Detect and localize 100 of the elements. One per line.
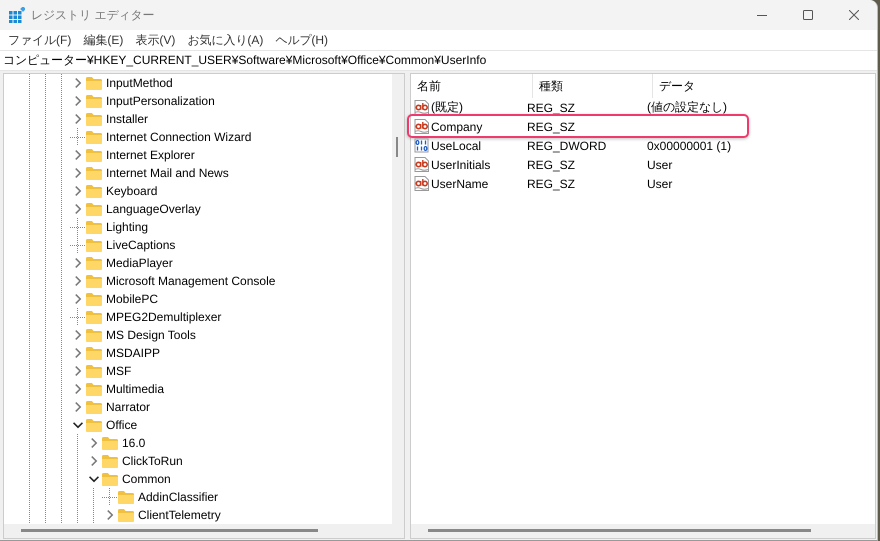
tree-item[interactable]: Lighting (106, 220, 148, 234)
tree-item[interactable]: InputMethod (106, 76, 173, 90)
chevron-right-icon[interactable] (73, 114, 83, 124)
column-header[interactable]: 名前 (411, 74, 533, 98)
tree-item[interactable]: Internet Connection Wizard (106, 130, 252, 144)
value-name[interactable]: Company (431, 120, 482, 134)
maximize-icon (803, 10, 813, 20)
value-name[interactable]: (既定) (431, 99, 463, 116)
chevron-right-icon[interactable] (73, 330, 83, 340)
folder-icon (86, 238, 102, 252)
tree-item[interactable]: MobilePC (106, 292, 158, 306)
chevron-right-icon[interactable] (105, 510, 115, 520)
column-header[interactable]: データ (653, 74, 875, 98)
folder-icon (86, 76, 102, 90)
menu-item[interactable]: お気に入り(A) (181, 32, 270, 48)
chevron-right-icon[interactable] (73, 204, 83, 214)
window-title: レジストリ エディター (31, 6, 156, 24)
folder-icon (86, 112, 102, 126)
tree-item[interactable]: ClientTelemetry (138, 508, 221, 522)
tree-item[interactable]: ClickToRun (122, 454, 183, 468)
chevron-right-icon[interactable] (73, 294, 83, 304)
folder-icon (86, 148, 102, 162)
string-value-icon (414, 100, 429, 115)
folder-icon (86, 184, 102, 198)
string-value-icon (414, 119, 429, 134)
chevron-right-icon[interactable] (73, 258, 83, 268)
folder-icon (86, 274, 102, 288)
folder-icon (86, 130, 102, 144)
folder-icon (86, 382, 102, 396)
tree-item[interactable]: LiveCaptions (106, 238, 176, 252)
folder-icon (86, 220, 102, 234)
chevron-right-icon[interactable] (89, 456, 99, 466)
chevron-right-icon[interactable] (73, 402, 83, 412)
folder-icon (102, 472, 118, 486)
tree-item[interactable]: LanguageOverlay (106, 202, 201, 216)
chevron-right-icon[interactable] (73, 168, 83, 178)
menu-item[interactable]: ヘルプ(H) (269, 32, 334, 48)
tree-item[interactable]: Office (106, 418, 138, 432)
tree-item[interactable]: MSF (106, 364, 132, 378)
folder-icon (102, 436, 118, 450)
folder-icon (86, 364, 102, 378)
column-header[interactable]: 種類 (533, 74, 653, 98)
chevron-right-icon[interactable] (73, 96, 83, 106)
folder-icon (102, 454, 118, 468)
tree-item[interactable]: MS Design Tools (106, 328, 196, 342)
folder-icon (86, 94, 102, 108)
vertical-scrollbar[interactable] (392, 74, 404, 524)
tree-item[interactable]: Multimedia (106, 382, 164, 396)
tree-item[interactable]: Microsoft Management Console (106, 274, 276, 288)
value-type: REG_SZ (527, 158, 576, 172)
tree-item[interactable]: 16.0 (122, 436, 146, 450)
menu-item[interactable]: ファイル(F) (2, 32, 78, 48)
value-type: REG_SZ (527, 120, 576, 134)
menu-item[interactable]: 表示(V) (129, 32, 182, 48)
binary-value-icon (414, 138, 429, 153)
app-icon (9, 7, 25, 23)
folder-icon (86, 346, 102, 360)
tree-item[interactable]: Internet Explorer (106, 148, 195, 162)
folder-icon (86, 166, 102, 180)
tree-item[interactable]: Keyboard (106, 184, 158, 198)
horizontal-scrollbar[interactable] (4, 524, 404, 538)
value-type: REG_SZ (527, 176, 576, 190)
tree-item[interactable]: MediaPlayer (106, 256, 173, 270)
folder-icon (86, 418, 102, 432)
value-type: REG_DWORD (527, 138, 606, 152)
chevron-right-icon[interactable] (73, 366, 83, 376)
folder-icon (86, 328, 102, 342)
value-data: (値の設定なし) (647, 99, 727, 116)
value-data: User (647, 158, 672, 172)
chevron-down-icon[interactable] (89, 474, 99, 484)
chevron-right-icon[interactable] (73, 276, 83, 286)
tree-item[interactable]: MPEG2Demultiplexer (106, 310, 222, 324)
close-icon (849, 10, 859, 20)
value-name[interactable]: UserName (431, 176, 488, 190)
chevron-right-icon[interactable] (73, 186, 83, 196)
chevron-right-icon[interactable] (73, 348, 83, 358)
tree-item[interactable]: AddinClassifier (138, 490, 218, 504)
string-value-icon (414, 157, 429, 172)
tree-item[interactable]: InputPersonalization (106, 94, 215, 108)
horizontal-scrollbar[interactable] (411, 524, 875, 538)
chevron-right-icon[interactable] (89, 438, 99, 448)
tree-item[interactable]: Common (122, 472, 171, 486)
tree-item[interactable]: Internet Mail and News (106, 166, 229, 180)
tree-item[interactable]: MSDAIPP (106, 346, 160, 360)
tree-item[interactable]: Installer (106, 112, 148, 126)
chevron-right-icon[interactable] (73, 150, 83, 160)
chevron-right-icon[interactable] (73, 78, 83, 88)
folder-icon (86, 292, 102, 306)
value-name[interactable]: UserInitials (431, 158, 490, 172)
folder-icon (118, 490, 134, 504)
address-field[interactable]: コンピューター¥HKEY_CURRENT_USER¥Software¥Microsoft¥Office¥Common¥UserInfo (0, 50, 877, 71)
string-value-icon (414, 176, 429, 191)
tree-item[interactable]: Narrator (106, 400, 150, 414)
folder-icon (118, 508, 134, 522)
menu-item[interactable]: 編集(E) (77, 32, 130, 48)
value-name[interactable]: UseLocal (431, 138, 482, 152)
folder-icon (86, 256, 102, 270)
value-type: REG_SZ (527, 100, 576, 114)
chevron-right-icon[interactable] (73, 384, 83, 394)
chevron-down-icon[interactable] (73, 420, 83, 430)
